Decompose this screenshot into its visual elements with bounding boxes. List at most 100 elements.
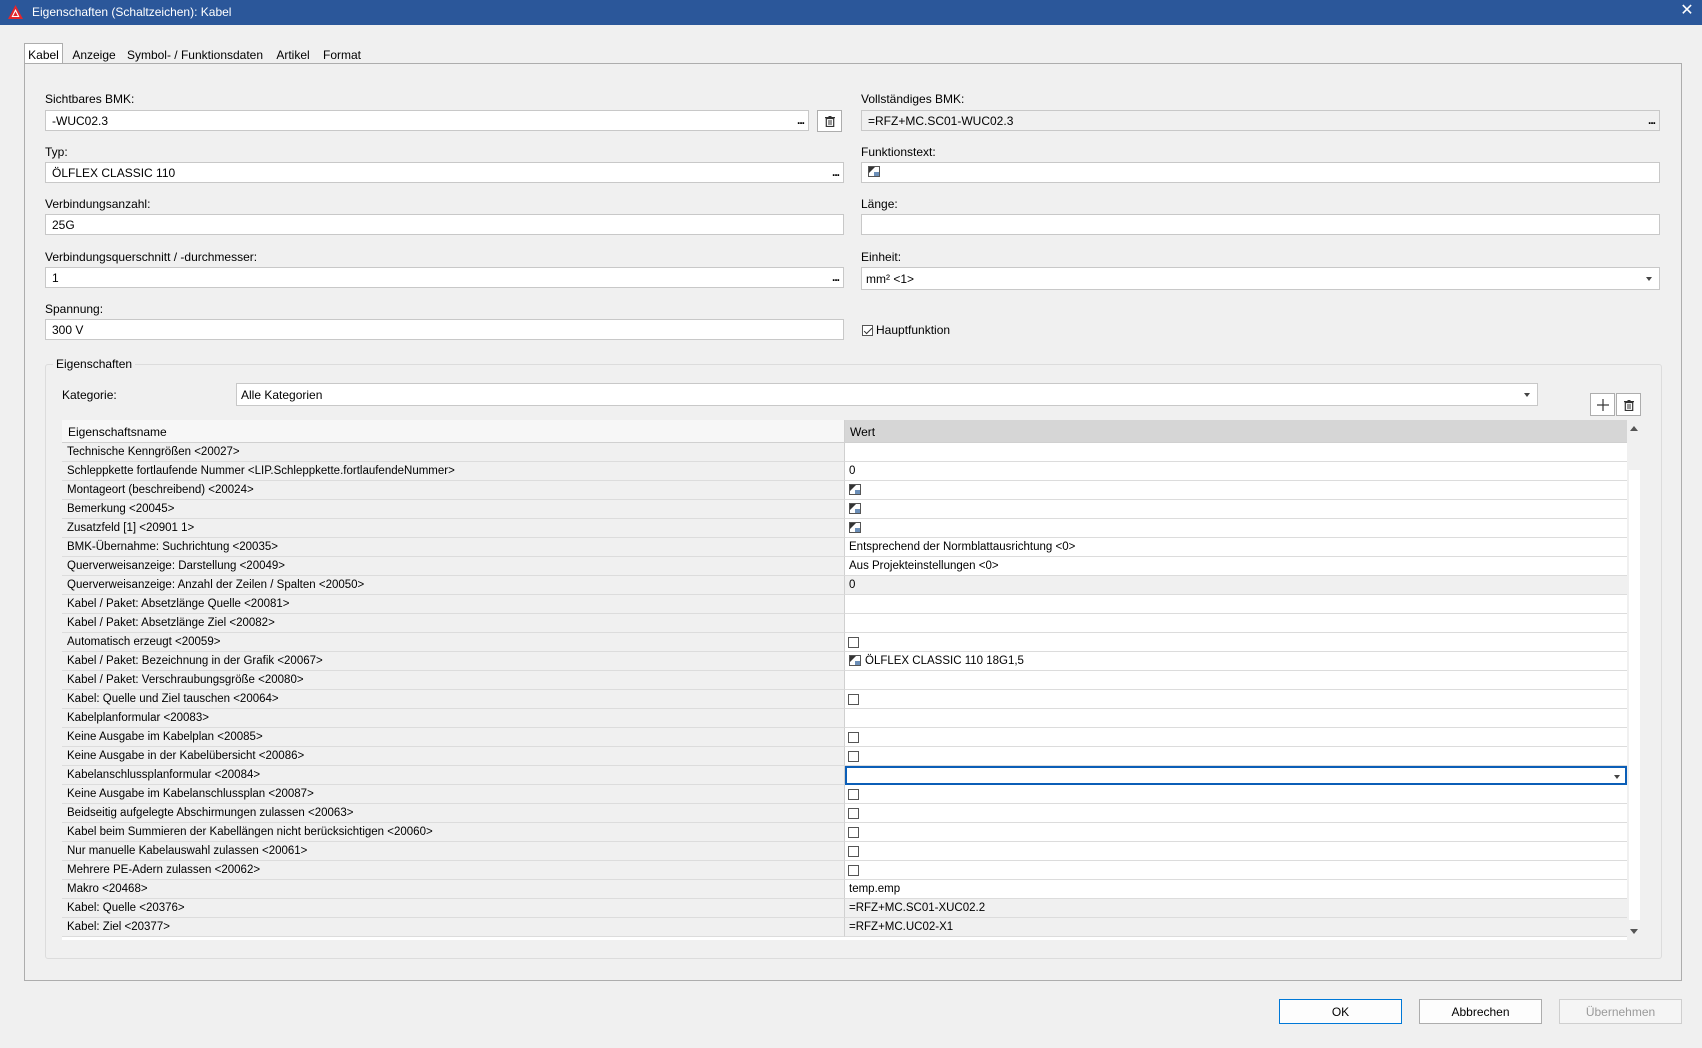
- property-name-cell: Keine Ausgabe in der Kabelübersicht <200…: [62, 747, 845, 766]
- chevron-down-icon[interactable]: [1614, 775, 1620, 779]
- property-checkbox[interactable]: [848, 808, 859, 819]
- property-value-cell[interactable]: [845, 785, 1627, 804]
- property-value-cell[interactable]: [845, 595, 1627, 614]
- table-row[interactable]: Keine Ausgabe im Kabelanschlussplan <200…: [62, 785, 1627, 804]
- property-value-cell[interactable]: [845, 861, 1627, 880]
- property-value-cell[interactable]: [845, 519, 1627, 538]
- property-checkbox[interactable]: [848, 865, 859, 876]
- scroll-thumb[interactable]: [1629, 470, 1640, 920]
- typ-browse-button[interactable]: ...: [832, 165, 840, 179]
- scroll-down-icon[interactable]: [1630, 929, 1638, 934]
- property-value-cell[interactable]: Aus Projekteinstellungen <0>: [845, 557, 1627, 576]
- property-checkbox[interactable]: [848, 827, 859, 838]
- property-value-cell[interactable]: [845, 690, 1627, 709]
- table-row[interactable]: Kabel / Paket: Absetzlänge Ziel <20082>: [62, 614, 1627, 633]
- property-checkbox[interactable]: [848, 789, 859, 800]
- property-value-cell[interactable]: [845, 804, 1627, 823]
- column-header-eigenschaftsname[interactable]: Eigenschaftsname: [62, 420, 845, 443]
- tab-anzeige[interactable]: Anzeige: [70, 45, 118, 64]
- property-value: =RFZ+MC.SC01-XUC02.2: [849, 902, 986, 914]
- add-property-button[interactable]: [1590, 393, 1615, 416]
- close-icon[interactable]: ✕: [1672, 0, 1702, 25]
- delete-bmk-button[interactable]: [817, 110, 842, 132]
- property-value-cell[interactable]: [845, 728, 1627, 747]
- property-value-cell[interactable]: [845, 823, 1627, 842]
- hauptfunktion-checkbox[interactable]: [862, 325, 873, 336]
- property-value-cell[interactable]: [845, 842, 1627, 861]
- tab-format[interactable]: Format: [320, 45, 364, 64]
- table-row[interactable]: Keine Ausgabe in der Kabelübersicht <200…: [62, 747, 1627, 766]
- table-row[interactable]: Keine Ausgabe im Kabelplan <20085>: [62, 728, 1627, 747]
- spannung-field[interactable]: 300 V: [45, 319, 844, 340]
- table-row[interactable]: Kabel / Paket: Verschraubungsgröße <2008…: [62, 671, 1627, 690]
- table-row[interactable]: Kabel: Ziel <20377> =RFZ+MC.UC02-X1: [62, 918, 1627, 937]
- table-row[interactable]: Bemerkung <20045>: [62, 500, 1627, 519]
- table-row[interactable]: Zusatzfeld [1] <20901 1>: [62, 519, 1627, 538]
- property-value-cell[interactable]: [845, 709, 1627, 728]
- property-name-cell: Beidseitig aufgelegte Abschirmungen zula…: [62, 804, 845, 823]
- table-row[interactable]: Makro <20468> temp.emp: [62, 880, 1627, 899]
- table-row[interactable]: Kabel / Paket: Absetzlänge Quelle <20081…: [62, 595, 1627, 614]
- property-checkbox[interactable]: [848, 846, 859, 857]
- kategorie-select[interactable]: Alle Kategorien: [236, 383, 1538, 406]
- property-value-cell[interactable]: [845, 671, 1627, 690]
- sichtbares-bmk-field[interactable]: -WUC02.3 ...: [45, 110, 809, 131]
- scroll-up-icon[interactable]: [1630, 426, 1638, 431]
- funktionstext-field[interactable]: [861, 162, 1660, 183]
- property-value-cell[interactable]: 0: [845, 462, 1627, 481]
- table-row[interactable]: Automatisch erzeugt <20059>: [62, 633, 1627, 652]
- ok-button[interactable]: OK: [1279, 999, 1402, 1024]
- property-checkbox[interactable]: [848, 694, 859, 705]
- table-row[interactable]: Mehrere PE-Adern zulassen <20062>: [62, 861, 1627, 880]
- table-row[interactable]: Kabelplanformular <20083>: [62, 709, 1627, 728]
- tab-artikel[interactable]: Artikel: [273, 45, 313, 64]
- property-name-cell: Kabel / Paket: Verschraubungsgröße <2008…: [62, 671, 845, 690]
- vollstaendiges-bmk-field[interactable]: =RFZ+MC.SC01-WUC02.3 ...: [861, 110, 1660, 131]
- cancel-button[interactable]: Abbrechen: [1419, 999, 1542, 1024]
- table-row[interactable]: BMK-Übernahme: Suchrichtung <20035> Entsp…: [62, 538, 1627, 557]
- table-row[interactable]: Schleppkette fortlaufende Nummer <LIP.Sc…: [62, 462, 1627, 481]
- table-row[interactable]: Nur manuelle Kabelauswahl zulassen <2006…: [62, 842, 1627, 861]
- property-value-cell[interactable]: [845, 481, 1627, 500]
- querschnitt-field[interactable]: 1 ...: [45, 267, 844, 288]
- apply-button[interactable]: Übernehmen: [1559, 999, 1682, 1024]
- verbindungsanzahl-field[interactable]: 25G: [45, 214, 844, 235]
- typ-field[interactable]: ÖLFLEX CLASSIC 110 ...: [45, 162, 844, 183]
- property-value-cell[interactable]: [845, 443, 1627, 462]
- tab-kabel[interactable]: Kabel: [24, 43, 63, 65]
- property-value-cell[interactable]: 0: [845, 576, 1627, 595]
- table-row[interactable]: Querverweisanzeige: Anzahl der Zeilen / …: [62, 576, 1627, 595]
- vollstaendiges-bmk-browse-button[interactable]: ...: [1648, 113, 1656, 127]
- table-row[interactable]: Kabel beim Summieren der Kabellängen nic…: [62, 823, 1627, 842]
- table-row[interactable]: Montageort (beschreibend) <20024>: [62, 481, 1627, 500]
- tab-symbol-funktionsdaten[interactable]: Symbol- / Funktionsdaten: [124, 45, 266, 64]
- property-value-cell[interactable]: temp.emp: [845, 880, 1627, 899]
- property-value-cell[interactable]: [845, 614, 1627, 633]
- table-row[interactable]: Querverweisanzeige: Darstellung <20049> A…: [62, 557, 1627, 576]
- property-checkbox[interactable]: [848, 732, 859, 743]
- column-header-wert[interactable]: Wert: [845, 420, 1627, 443]
- kategorie-value: Alle Kategorien: [241, 388, 323, 402]
- grid-scrollbar[interactable]: [1627, 420, 1642, 940]
- property-value-cell[interactable]: Entsprechend der Normblattausrichtung <0…: [845, 538, 1627, 557]
- property-value-cell[interactable]: [845, 766, 1627, 785]
- property-checkbox[interactable]: [848, 751, 859, 762]
- property-checkbox[interactable]: [848, 637, 859, 648]
- einheit-select[interactable]: mm² <1>: [861, 267, 1660, 290]
- property-value-cell[interactable]: =RFZ+MC.UC02-X1: [845, 918, 1627, 937]
- table-row[interactable]: Technische Kenngrößen <20027>: [62, 443, 1627, 462]
- property-value-cell[interactable]: ÖLFLEX CLASSIC 110 18G1,5: [845, 652, 1627, 671]
- table-row[interactable]: Beidseitig aufgelegte Abschirmungen zula…: [62, 804, 1627, 823]
- property-value-cell[interactable]: [845, 500, 1627, 519]
- property-value-cell[interactable]: =RFZ+MC.SC01-XUC02.2: [845, 899, 1627, 918]
- table-row[interactable]: Kabel / Paket: Bezeichnung in der Grafik…: [62, 652, 1627, 671]
- querschnitt-browse-button[interactable]: ...: [832, 270, 840, 284]
- table-row[interactable]: Kabel: Quelle und Ziel tauschen <20064>: [62, 690, 1627, 709]
- property-value-cell[interactable]: [845, 747, 1627, 766]
- sichtbares-bmk-browse-button[interactable]: ...: [797, 113, 805, 127]
- table-row[interactable]: Kabel: Quelle <20376> =RFZ+MC.SC01-XUC02.…: [62, 899, 1627, 918]
- property-value-cell[interactable]: [845, 633, 1627, 652]
- laenge-field[interactable]: [861, 214, 1660, 235]
- delete-property-button[interactable]: [1616, 393, 1641, 416]
- table-row[interactable]: Kabelanschlussplanformular <20084>: [62, 766, 1627, 785]
